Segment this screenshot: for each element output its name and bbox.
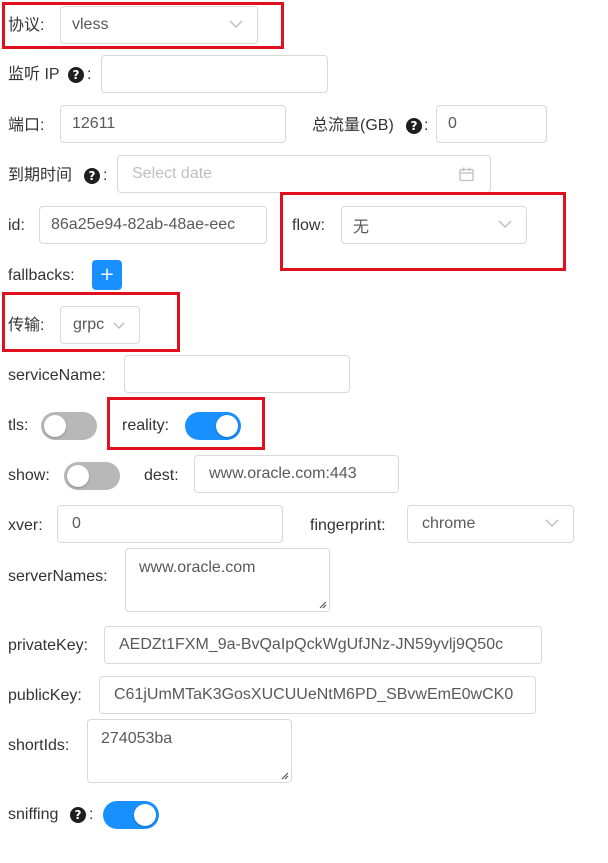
add-fallback-button[interactable]: + xyxy=(92,260,122,290)
fallbacks-label: fallbacks: xyxy=(8,267,75,284)
server-names-value: www.oracle.com xyxy=(139,559,256,576)
sniffing-colon: : xyxy=(89,806,94,823)
tls-switch[interactable] xyxy=(41,412,97,440)
expiry-date-placeholder: Select date xyxy=(132,165,213,182)
expiry-time-colon: : xyxy=(103,167,108,184)
highlight-flow xyxy=(280,192,566,271)
calendar-icon xyxy=(459,167,474,182)
sniffing-label: sniffing xyxy=(8,806,59,823)
service-name-input[interactable] xyxy=(124,355,350,393)
xver-input[interactable]: 0 xyxy=(57,505,283,543)
highlight-protocol xyxy=(2,2,284,49)
server-names-label: serverNames: xyxy=(8,568,108,585)
switch-knob xyxy=(67,465,89,487)
tls-label: tls: xyxy=(8,417,29,434)
public-key-input[interactable]: C61jUmMTaK3GosXUCUUeNtM6PD_SBvwEmE0wCK0 xyxy=(99,676,536,714)
port-input[interactable]: 12611 xyxy=(60,105,286,143)
highlight-transport xyxy=(2,292,180,352)
chevron-down-icon xyxy=(545,519,559,528)
listen-ip-label: 监听 IP xyxy=(8,66,60,83)
dest-label: dest: xyxy=(144,467,179,484)
resize-handle-icon[interactable] xyxy=(317,599,327,609)
resize-handle-icon[interactable] xyxy=(279,770,289,780)
switch-knob xyxy=(44,415,66,437)
private-key-input[interactable]: AEDZt1FXM_9a-BvQaIpQckWgUfJNz-JN59yvlj9Q… xyxy=(104,626,542,664)
private-key-label: privateKey: xyxy=(8,637,89,654)
private-key-value: AEDZt1FXM_9a-BvQaIpQckWgUfJNz-JN59yvlj9Q… xyxy=(119,636,504,653)
total-traffic-colon: : xyxy=(424,117,429,134)
server-names-textarea[interactable]: www.oracle.com xyxy=(125,548,330,612)
sniffing-switch[interactable] xyxy=(103,801,159,829)
fingerprint-value: chrome xyxy=(422,515,476,532)
show-label: show: xyxy=(8,467,50,484)
fingerprint-label: fingerprint: xyxy=(310,517,386,534)
id-value: 86a25e94-82ab-48ae-eec xyxy=(51,216,236,233)
listen-ip-colon: : xyxy=(87,66,92,83)
id-input[interactable]: 86a25e94-82ab-48ae-eec xyxy=(39,206,267,244)
dest-value: www.oracle.com:443 xyxy=(209,465,357,482)
public-key-value: C61jUmMTaK3GosXUCUUeNtM6PD_SBvwEmE0wCK0 xyxy=(114,686,514,703)
short-ids-textarea[interactable]: 274053ba xyxy=(87,719,292,783)
expiry-time-label: 到期时间 xyxy=(8,167,73,184)
port-label: 端口: xyxy=(8,117,45,134)
xver-value: 0 xyxy=(72,515,81,532)
port-value: 12611 xyxy=(72,115,116,132)
expiry-date-picker[interactable]: Select date xyxy=(117,155,491,193)
help-icon[interactable]: ? xyxy=(406,118,422,134)
short-ids-label: shortIds: xyxy=(8,737,70,754)
xver-label: xver: xyxy=(8,517,43,534)
help-icon[interactable]: ? xyxy=(70,807,86,823)
short-ids-value: 274053ba xyxy=(101,730,173,747)
show-switch[interactable] xyxy=(64,462,120,490)
dest-input[interactable]: www.oracle.com:443 xyxy=(194,455,399,493)
total-traffic-value: 0 xyxy=(448,115,457,132)
highlight-reality xyxy=(107,397,265,450)
fingerprint-select[interactable]: chrome xyxy=(407,505,574,543)
total-traffic-input[interactable]: 0 xyxy=(436,105,547,143)
switch-knob xyxy=(134,804,156,826)
id-label: id: xyxy=(8,217,25,234)
service-name-label: serviceName: xyxy=(8,367,106,384)
listen-ip-input[interactable] xyxy=(101,55,328,93)
public-key-label: publicKey: xyxy=(8,687,82,704)
total-traffic-label: 总流量(GB) xyxy=(312,117,394,134)
help-icon[interactable]: ? xyxy=(84,168,100,184)
help-icon[interactable]: ? xyxy=(68,67,84,83)
